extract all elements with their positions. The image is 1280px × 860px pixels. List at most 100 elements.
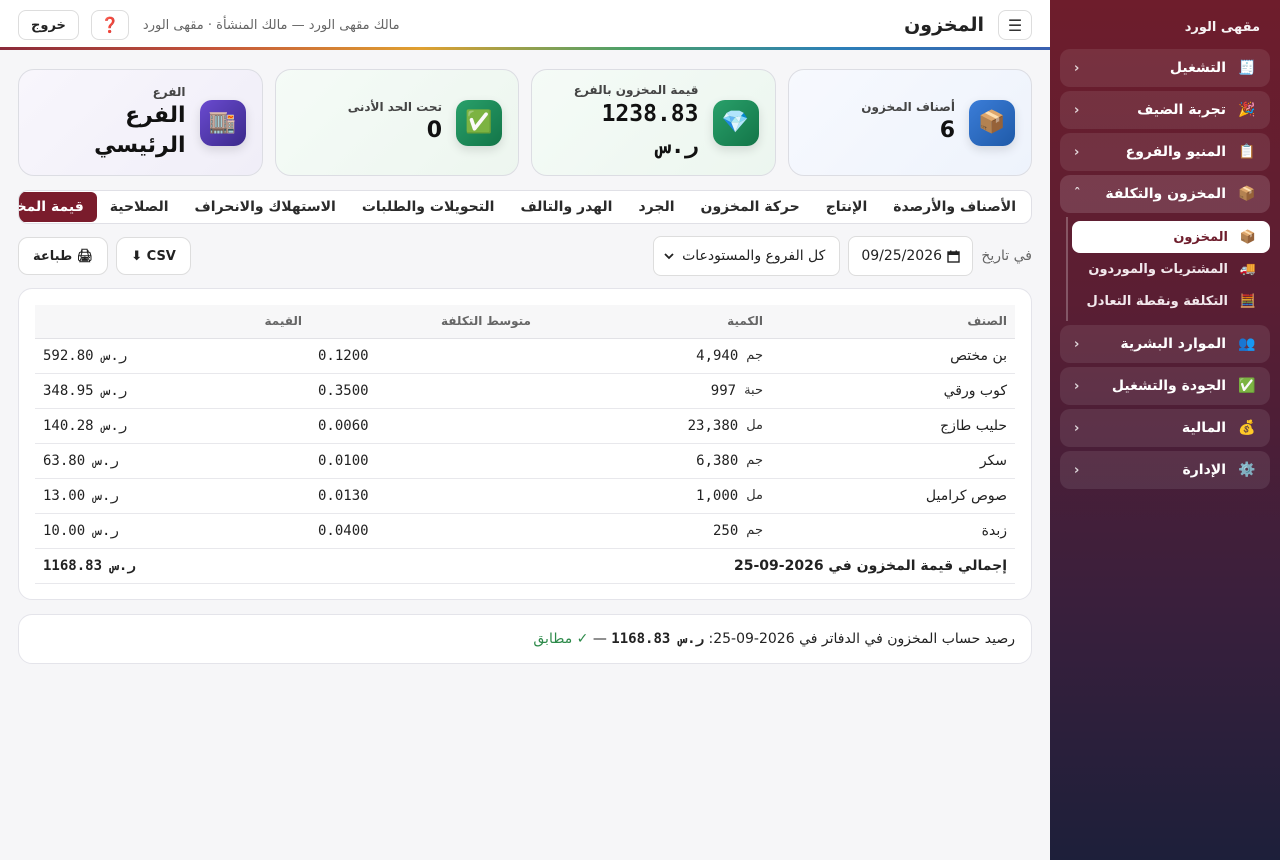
column-header-value: القيمة xyxy=(35,305,310,339)
column-header-quantity: الكمية xyxy=(539,305,771,339)
table-row: بن مختص جم 4,940 0.1200 ر.س 592.80 xyxy=(35,338,1015,374)
qty-unit: مل xyxy=(746,488,763,504)
sidebar-item-label: المنيو والفروع xyxy=(1125,144,1226,160)
kpi-label: أصناف المخزون xyxy=(861,99,955,114)
kpi-value: 6 xyxy=(939,117,955,143)
kpi-label: الفرع xyxy=(152,84,186,99)
kpi-card-stock-value: 💎 قيمة المخزون بالفرع 1238.83 ر.س xyxy=(531,69,776,176)
cell-item: سكر xyxy=(771,443,1015,479)
kpi-value: 0 xyxy=(426,117,442,143)
chevron-up-icon: ˆ xyxy=(1074,186,1081,202)
sidebar-item-inventory-cost[interactable]: 📦 المخزون والتكلفة ˆ xyxy=(1060,175,1270,213)
cell-value: ر.س 63.80 xyxy=(35,443,310,479)
qty-number: 6,380 xyxy=(696,452,739,469)
tab-stock-movement[interactable]: حركة المخزون xyxy=(688,191,813,223)
qty-number: 997 xyxy=(710,382,737,399)
qty-number: 4,940 xyxy=(696,347,739,364)
cell-item: صوص كراميل xyxy=(771,478,1015,514)
cell-quantity: جم 6,380 xyxy=(539,443,771,479)
branch-select[interactable]: كل الفروع والمستودعات xyxy=(653,236,841,276)
table-total-row: إجمالي قيمة المخزون في 2026-09-25 ر.س 11… xyxy=(35,548,1015,584)
kpi-card-items: 📦 أصناف المخزون 6 xyxy=(787,69,1032,176)
sidebar-item-guest-experience[interactable]: 🎉 تجربة الضيف ‹ xyxy=(1060,91,1270,129)
sidebar-item-quality[interactable]: ✅ الجودة والتشغيل ‹ xyxy=(1060,367,1270,405)
date-field[interactable]: 09/25/2026 xyxy=(848,236,974,276)
tab-waste[interactable]: الهدر والتالف xyxy=(507,191,625,223)
column-header-item: الصنف xyxy=(771,305,1015,339)
abacus-icon: 🧮 xyxy=(1239,293,1257,309)
tab-stock-value[interactable]: قيمة المخزون xyxy=(19,192,97,222)
sidebar-item-admin[interactable]: ⚙️ الإدارة ‹ xyxy=(1060,451,1270,489)
cell-quantity: مل 23,380 xyxy=(539,408,771,444)
cell-quantity: جم 4,940 xyxy=(539,338,771,374)
check-icon: ✅ xyxy=(1238,378,1256,394)
kpi-label: قيمة المخزون بالفرع xyxy=(573,83,699,98)
tab-production[interactable]: الإنتاج xyxy=(813,191,881,223)
cell-avg-cost: 0.0060 xyxy=(310,408,539,444)
ledger-dash: — xyxy=(592,631,607,647)
total-label: إجمالي قيمة المخزون في 2026-09-25 xyxy=(310,548,1015,584)
inventory-tabs: الأصناف والأرصدة الإنتاج حركة المخزون ال… xyxy=(18,190,1032,224)
clipboard-icon: 📋 xyxy=(1238,144,1256,160)
cell-item: بن مختص xyxy=(771,338,1015,374)
kpi-label: تحت الحد الأدنى xyxy=(347,99,442,114)
chevron-left-icon: ‹ xyxy=(1074,102,1080,118)
qty-unit: حبة xyxy=(744,383,763,399)
package-icon: 📦 xyxy=(969,99,1015,146)
tab-consumption[interactable]: الاستهلاك والانحراف xyxy=(182,191,349,223)
help-button[interactable]: ❓ xyxy=(90,10,129,40)
ledger-amount: ر.س 1168.83 xyxy=(611,631,705,647)
sidebar-subitem-label: المخزون xyxy=(1173,229,1228,245)
sidebar: مقهى الورد 🧾 التشغيل ‹ 🎉 تجربة الضيف ‹ 📋… xyxy=(1050,0,1280,860)
export-csv-button[interactable]: CSV ⬇ xyxy=(116,237,191,275)
sidebar-subitem-inventory[interactable]: 📦 المخزون xyxy=(1072,221,1270,253)
qty-unit: مل xyxy=(746,418,763,434)
cell-avg-cost: 0.0130 xyxy=(310,478,539,514)
kpi-value: الفرع الرئيسي xyxy=(94,102,186,158)
brand-name: مقهى الورد xyxy=(1184,20,1260,35)
chevron-down-icon xyxy=(664,253,674,260)
logout-button[interactable]: خروج xyxy=(18,10,79,40)
cell-value: ر.س 140.28 xyxy=(35,408,310,444)
cell-avg-cost: 0.0100 xyxy=(310,443,539,479)
date-label: في تاريخ xyxy=(981,248,1032,264)
kpi-unit: ر.س xyxy=(656,132,699,159)
cell-quantity: مل 1,000 xyxy=(539,478,771,514)
menu-toggle-button[interactable]: ☰ xyxy=(998,10,1032,40)
cell-value: ر.س 13.00 xyxy=(35,478,310,514)
column-header-avg-cost: متوسط التكلفة xyxy=(310,305,539,339)
tab-items-balances[interactable]: الأصناف والأرصدة xyxy=(880,191,1029,223)
sidebar-subitem-cost-breakeven[interactable]: 🧮 التكلفة ونقطة التعادل xyxy=(1072,285,1270,317)
cell-avg-cost: 0.3500 xyxy=(310,373,539,409)
sidebar-item-label: الإدارة xyxy=(1182,462,1226,478)
qty-number: 1,000 xyxy=(696,487,739,504)
sidebar-item-operations[interactable]: 🧾 التشغيل ‹ xyxy=(1060,49,1270,87)
print-button[interactable]: 🖨 طباعة xyxy=(18,237,109,275)
calendar-icon xyxy=(947,250,961,263)
chevron-left-icon: ‹ xyxy=(1074,420,1080,436)
tab-expiry[interactable]: الصلاحية xyxy=(97,191,182,223)
qty-number: 250 xyxy=(713,522,739,539)
sidebar-item-finance[interactable]: 💰 المالية ‹ xyxy=(1060,409,1270,447)
stock-value-table-card: الصنف الكمية متوسط التكلفة القيمة بن مخت… xyxy=(18,288,1032,600)
tab-transfers[interactable]: التحويلات والطلبات xyxy=(349,191,508,223)
table-row: سكر جم 6,380 0.0100 ر.س 63.80 xyxy=(35,443,1015,479)
sidebar-item-hr[interactable]: 👥 الموارد البشرية ‹ xyxy=(1060,325,1270,363)
receipt-icon: 🧾 xyxy=(1238,60,1256,76)
sidebar-subitem-label: المشتريات والموردون xyxy=(1088,261,1228,277)
table-row: حليب طازج مل 23,380 0.0060 ر.س 140.28 xyxy=(35,408,1015,444)
kpi-value: 1238.83 ر.س xyxy=(546,99,699,161)
tab-stocktake[interactable]: الجرد xyxy=(625,191,687,223)
sidebar-subitem-label: التكلفة ونقطة التعادل xyxy=(1086,293,1228,309)
qty-number: 23,380 xyxy=(687,417,739,434)
qty-unit: جم xyxy=(746,348,763,364)
sidebar-item-menu-branches[interactable]: 📋 المنيو والفروع ‹ xyxy=(1060,133,1270,171)
kpi-number: 1238.83 xyxy=(601,101,699,128)
cell-avg-cost: 0.1200 xyxy=(310,338,539,374)
filter-bar: في تاريخ 09/25/2026 كل الفروع والمستودعا… xyxy=(18,236,1032,276)
sidebar-item-label: التشغيل xyxy=(1169,60,1226,76)
sidebar-subitem-purchases[interactable]: 🚚 المشتريات والموردون xyxy=(1072,253,1270,285)
chevron-left-icon: ‹ xyxy=(1074,144,1080,160)
check-icon: ✅ xyxy=(456,99,502,146)
party-icon: 🎉 xyxy=(1238,102,1256,118)
